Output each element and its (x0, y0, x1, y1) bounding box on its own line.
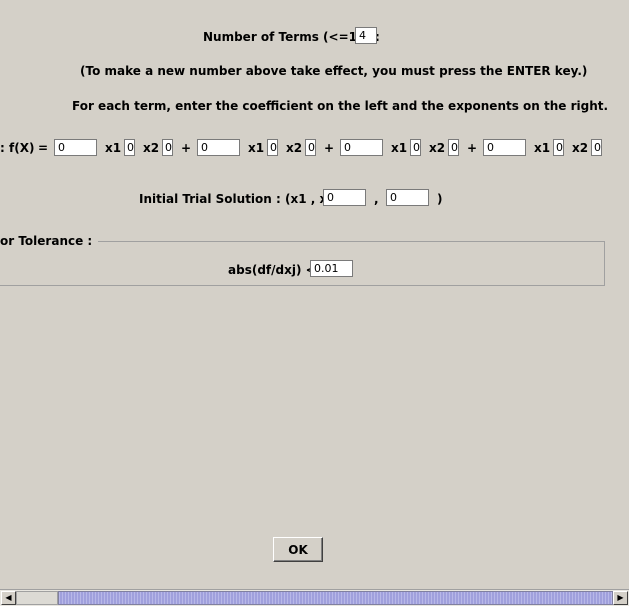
term-1-x2-label: x2 (143, 141, 160, 155)
num-terms-input[interactable] (355, 27, 377, 44)
ok-button[interactable]: OK (273, 537, 323, 562)
term-4-coefficient[interactable] (483, 139, 526, 156)
instructions-text: For each term, enter the coefficient on … (72, 99, 609, 113)
term-2-x1-exponent[interactable] (267, 139, 278, 156)
initial-comma: , (374, 192, 379, 206)
horizontal-scrollbar[interactable]: ◀ ▶ (0, 589, 629, 606)
term-2-x1-label: x1 (248, 141, 265, 155)
term-4-x2-label: x2 (572, 141, 589, 155)
plus-sign-3: + (467, 141, 478, 155)
tolerance-group-title: or Tolerance : (0, 234, 99, 248)
term-1-coefficient[interactable] (54, 139, 97, 156)
tolerance-input[interactable] (310, 260, 353, 277)
plus-sign-1: + (181, 141, 192, 155)
enter-key-note: (To make a new number above take effect,… (80, 64, 588, 78)
num-terms-label: Number of Terms (<=10) : (203, 30, 380, 44)
term-3-x1-exponent[interactable] (410, 139, 421, 156)
term-3-x1-label: x1 (391, 141, 408, 155)
initial-x2-input[interactable] (386, 189, 429, 206)
equals-sign: = (38, 141, 49, 155)
term-2-x2-exponent[interactable] (305, 139, 316, 156)
term-4-x1-exponent[interactable] (553, 139, 564, 156)
term-2-coefficient[interactable] (197, 139, 240, 156)
term-2-x2-label: x2 (286, 141, 303, 155)
plus-sign-2: + (324, 141, 335, 155)
term-4-x1-label: x1 (534, 141, 551, 155)
initial-close-paren: ) (437, 192, 443, 206)
fx-label: f(X) (9, 141, 35, 155)
scrollbar-thumb[interactable] (58, 591, 613, 605)
scroll-right-arrow-icon[interactable]: ▶ (613, 591, 628, 605)
term-1-x1-label: x1 (105, 141, 122, 155)
function-prefix: : (0, 141, 5, 155)
scroll-left-arrow-icon[interactable]: ◀ (1, 591, 16, 605)
term-4-x2-exponent[interactable] (591, 139, 602, 156)
initial-x1-input[interactable] (323, 189, 366, 206)
term-1-x1-exponent[interactable] (124, 139, 135, 156)
term-1-x2-exponent[interactable] (162, 139, 173, 156)
term-3-x2-exponent[interactable] (448, 139, 459, 156)
term-3-coefficient[interactable] (340, 139, 383, 156)
term-3-x2-label: x2 (429, 141, 446, 155)
scrollbar-track[interactable] (16, 591, 58, 605)
